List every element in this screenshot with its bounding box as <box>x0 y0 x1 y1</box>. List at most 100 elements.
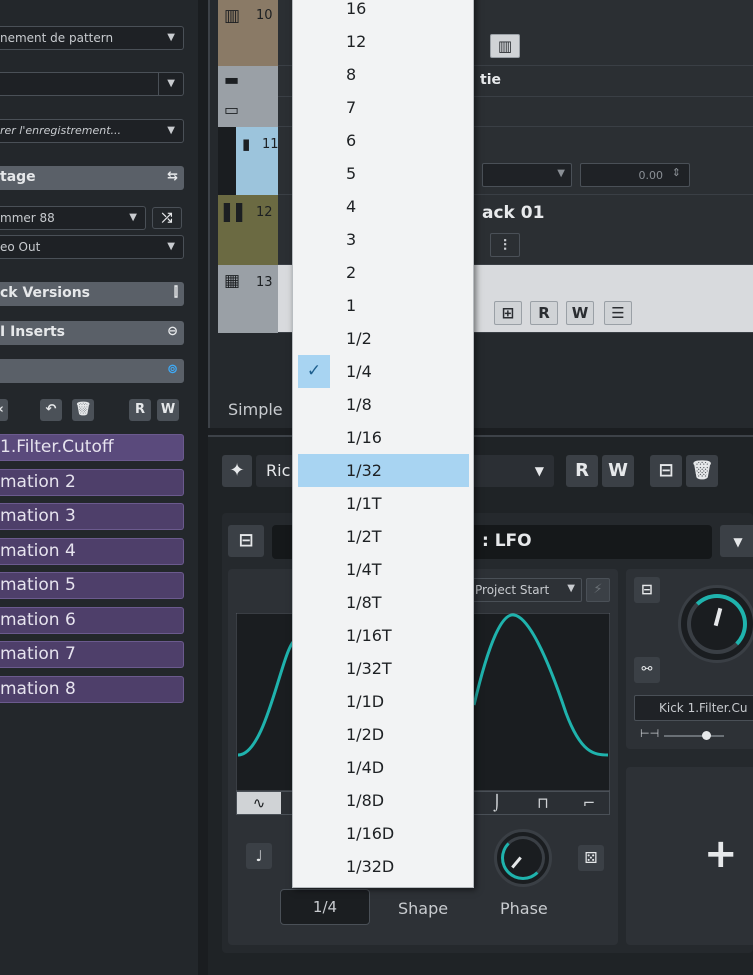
instrument-dropdown[interactable]: mmer 88 ▼ <box>0 206 146 230</box>
lane-item[interactable]: mation 4 <box>0 538 184 565</box>
ramp-button[interactable]: ⌡ <box>475 792 519 814</box>
dice-icon: ⚄ <box>584 849 598 867</box>
value-field[interactable]: 0.00 ⇕ <box>580 163 690 187</box>
menu-item-1-16D[interactable]: 1/16D <box>298 817 469 850</box>
menu-item-1-32D[interactable]: 1/32D <box>298 850 469 883</box>
ramp-icon: ⌡ <box>493 794 501 812</box>
menu-item-1-4D[interactable]: 1/4D <box>298 751 469 784</box>
list-button[interactable]: ☰ <box>604 301 632 325</box>
target-param-field[interactable]: Kick 1.Filter.Cu <box>634 695 753 721</box>
modulator-panel: ✦ Ric ▼ R W ⊟ 🗑 ⊟ : LFO ▼ Project Start … <box>208 435 753 975</box>
menu-item-1-2D[interactable]: 1/2D <box>298 718 469 751</box>
lfo-menu-button[interactable]: ▼ <box>720 525 753 557</box>
grid-button[interactable]: ⊞ <box>494 301 522 325</box>
menu-item-1-8[interactable]: 1/8 <box>298 388 469 421</box>
record-mode-dropdown[interactable]: rer l'enregistrement... ▼ <box>0 119 184 143</box>
menu-item-1-1D[interactable]: 1/1D <box>298 685 469 718</box>
menu-item-1-4[interactable]: ✓ 1/4 <box>298 355 469 388</box>
section-track-versions[interactable]: ck Versions ⫿ <box>0 282 184 306</box>
section-track-versions-label: ck Versions <box>0 285 91 301</box>
write-button[interactable]: W <box>566 301 594 325</box>
shuffle-button[interactable]: ⤮ <box>152 207 182 229</box>
read-button[interactable]: R <box>129 399 151 421</box>
lane-item[interactable]: mation 8 <box>0 676 184 703</box>
empty-dropdown[interactable]: ▼ <box>0 72 184 96</box>
pin-icon: ✦ <box>229 460 245 481</box>
write-button[interactable]: W <box>157 399 179 421</box>
square-wave-button[interactable]: ⊓ <box>521 792 565 814</box>
range-slider[interactable]: ⊢⊣ <box>636 727 753 745</box>
menu-item-1-8T[interactable]: 1/8T <box>298 586 469 619</box>
lane-item[interactable]: mation 2 <box>0 469 184 496</box>
pin-button[interactable]: ✦ <box>222 455 252 487</box>
menu-item-1-2[interactable]: 1/2 <box>298 322 469 355</box>
menu-item-4[interactable]: 4 <box>298 190 469 223</box>
section-blank[interactable]: ⊚ <box>0 359 184 383</box>
lane-item[interactable]: mation 3 <box>0 503 184 530</box>
track-dropdown[interactable]: ▼ <box>482 163 572 187</box>
track-edit-button[interactable]: ▥ <box>490 34 520 58</box>
delete-button[interactable]: 🗑 <box>686 455 718 487</box>
menu-item-label: 6 <box>346 131 357 150</box>
range-icon: ⊢⊣ <box>640 727 660 740</box>
menu-item-1-32[interactable]: 1/32 <box>298 454 469 487</box>
lane-item[interactable]: mation 5 <box>0 572 184 599</box>
menu-item-1[interactable]: 1 <box>298 289 469 322</box>
sine-wave-button[interactable]: ∿ <box>237 792 281 814</box>
undo-button[interactable]: ↶ <box>40 399 62 421</box>
note-sync-button[interactable]: ♩ <box>246 843 272 869</box>
menu-item-8[interactable]: 8 <box>298 58 469 91</box>
menu-item-1-16T[interactable]: 1/16T <box>298 619 469 652</box>
link-icon: ⚯ <box>641 662 653 677</box>
menu-item-1-4T[interactable]: 1/4T <box>298 553 469 586</box>
track-number: 13 <box>256 275 273 290</box>
bypass-button[interactable]: ⊟ <box>650 455 682 487</box>
lfo-bypass-button[interactable]: ⊟ <box>228 525 264 557</box>
randomize-button[interactable]: ⚄ <box>578 845 604 871</box>
trigger-dropdown[interactable]: Project Start ▼ <box>470 578 582 602</box>
range-handle[interactable] <box>702 731 711 740</box>
target-bypass-button[interactable]: ⊟ <box>634 577 660 603</box>
depth-knob[interactable] <box>678 585 753 663</box>
read-button[interactable]: R <box>530 301 558 325</box>
range-track <box>664 735 724 737</box>
lane-item[interactable]: 1.Filter.Cutoff <box>0 434 184 461</box>
waveform-button[interactable]: ⫶ <box>490 233 520 257</box>
menu-item-5[interactable]: 5 <box>298 157 469 190</box>
phase-knob[interactable] <box>494 829 552 887</box>
menu-item-7[interactable]: 7 <box>298 91 469 124</box>
write-button[interactable]: W <box>602 455 634 487</box>
menu-item-2[interactable]: 2 <box>298 256 469 289</box>
menu-item-12[interactable]: 12 <box>298 25 469 58</box>
rate-menu: 16 12 8 7 6 5 4 3 2 1 1/2 ✓ 1/4 1/8 1/16 1/32 1/1T 1/2T 1/… <box>292 0 474 888</box>
lane-item[interactable]: mation 6 <box>0 607 184 634</box>
section-inserts[interactable]: I Inserts ⊖ <box>0 321 184 345</box>
menu-item-label: 3 <box>346 230 357 249</box>
menu-item-1-32T[interactable]: 1/32T <box>298 652 469 685</box>
menu-item-6[interactable]: 6 <box>298 124 469 157</box>
output-dropdown[interactable]: eo Out ▼ <box>0 235 184 259</box>
pattern-dropdown[interactable]: nement de pattern ▼ <box>0 26 184 50</box>
pulse-wave-button[interactable]: ⌐ <box>567 792 611 814</box>
lane-item[interactable]: mation 7 <box>0 641 184 668</box>
retrigger-button[interactable]: ⚡ <box>586 578 610 602</box>
delete-button[interactable]: 🗑 <box>72 399 94 421</box>
menu-item-3[interactable]: 3 <box>298 223 469 256</box>
rate-field[interactable]: 1/4 <box>280 889 370 925</box>
track-name: tie <box>480 72 501 88</box>
menu-item-label: 5 <box>346 164 357 183</box>
add-module-slot[interactable]: + <box>626 767 753 945</box>
menu-item-1-8D[interactable]: 1/8D <box>298 784 469 817</box>
menu-item-1-1T[interactable]: 1/1T <box>298 487 469 520</box>
panel-divider[interactable] <box>198 0 208 975</box>
read-button[interactable]: R <box>566 455 598 487</box>
menu-item-16[interactable]: 16 <box>298 0 469 25</box>
menu-item-label: 1/16D <box>346 824 395 843</box>
menu-item-1-16[interactable]: 1/16 <box>298 421 469 454</box>
menu-item-1-2T[interactable]: 1/2T <box>298 520 469 553</box>
link-button[interactable]: ⚯ <box>634 657 660 683</box>
record-mode-label: rer l'enregistrement... <box>0 124 122 137</box>
section-routing[interactable]: tage ⇆ <box>0 166 184 190</box>
prev-button[interactable]: ‹ <box>0 399 8 421</box>
chevron-down-icon: ▼ <box>167 125 175 136</box>
